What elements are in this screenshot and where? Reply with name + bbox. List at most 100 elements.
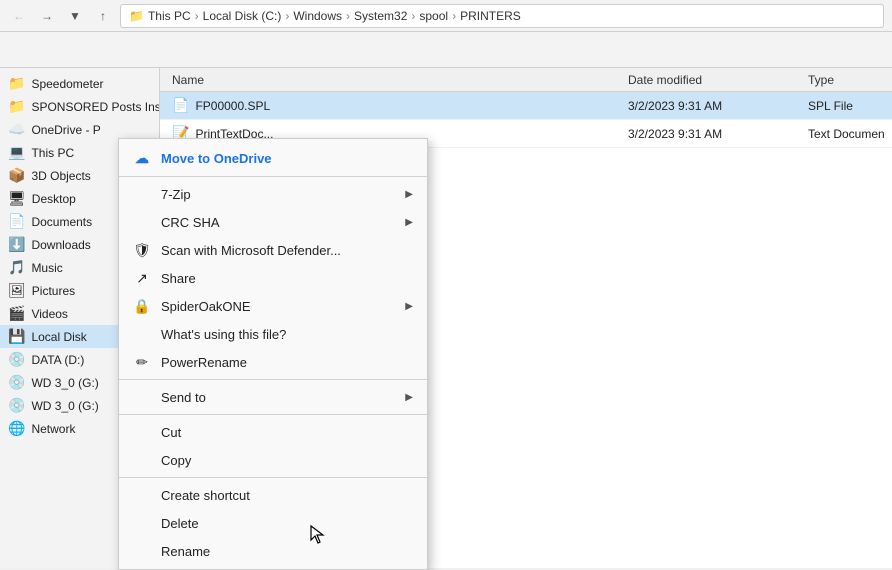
folder-icon: 📁 bbox=[8, 75, 25, 92]
ctx-share[interactable]: ↗ Share bbox=[119, 264, 427, 292]
ctx-label-cut: Cut bbox=[161, 425, 413, 440]
ctx-icon-defender: 🛡 bbox=[133, 241, 151, 259]
ctx-sep-2 bbox=[119, 379, 427, 380]
ctx-rename[interactable]: Rename bbox=[119, 537, 427, 565]
downloads-icon: ⬇️ bbox=[8, 236, 25, 253]
breadcrumb-windows[interactable]: Windows bbox=[293, 9, 342, 23]
3d-objects-icon: 📦 bbox=[8, 167, 25, 184]
ctx-arrow-7zip: ▶ bbox=[405, 189, 413, 200]
context-menu: ☁ Move to OneDrive 7-Zip ▶ CRC SHA ▶ 🛡 S… bbox=[118, 138, 428, 570]
ctx-arrow-send-to: ▶ bbox=[405, 392, 413, 403]
ctx-arrow-spideroak: ▶ bbox=[405, 301, 413, 312]
ctx-label-defender: Scan with Microsoft Defender... bbox=[161, 243, 413, 258]
sidebar-label-network: Network bbox=[31, 422, 75, 436]
sidebar-label-wd-g2: WD 3_0 (G:) bbox=[31, 399, 98, 413]
ctx-label-delete: Delete bbox=[161, 516, 413, 531]
sidebar-label-pictures: Pictures bbox=[32, 284, 75, 298]
ctx-icon-delete bbox=[133, 514, 151, 532]
ctx-powerrename[interactable]: ✏ PowerRename bbox=[119, 348, 427, 376]
desktop-icon: 🖥 bbox=[8, 190, 26, 207]
music-icon: 🎵 bbox=[8, 259, 25, 276]
file-type-spl: SPL File bbox=[804, 99, 884, 113]
ctx-icon-shortcut bbox=[133, 486, 151, 504]
pictures-icon: 🖼 bbox=[8, 282, 26, 299]
ctx-label-spideroak: SpiderOakONE bbox=[161, 299, 395, 314]
ctx-spideroakone[interactable]: 🔒 SpiderOakONE ▶ bbox=[119, 292, 427, 320]
local-disk-icon: 💾 bbox=[8, 328, 25, 345]
back-button[interactable]: ← bbox=[8, 5, 30, 27]
sidebar-label-local-disk: Local Disk bbox=[31, 330, 86, 344]
explorer-window: ← → ▼ ↑ 📁 This PC › Local Disk (C:) › Wi… bbox=[0, 0, 892, 568]
ctx-label-7zip: 7-Zip bbox=[161, 187, 395, 202]
breadcrumb-this-pc[interactable]: This PC bbox=[148, 9, 191, 23]
sidebar-label-3d-objects: 3D Objects bbox=[31, 169, 90, 183]
ctx-label-share: Share bbox=[161, 271, 413, 286]
ctx-send-to[interactable]: Send to ▶ bbox=[119, 383, 427, 411]
onedrive-ctx-icon: ☁ bbox=[133, 149, 151, 167]
sidebar-label-documents: Documents bbox=[31, 215, 92, 229]
file-date-txt: 3/2/2023 9:31 AM bbox=[624, 127, 804, 141]
this-pc-icon: 💻 bbox=[8, 144, 25, 161]
ctx-icon-cut bbox=[133, 423, 151, 441]
wd-g1-icon: 💿 bbox=[8, 374, 25, 391]
onedrive-icon: ☁️ bbox=[8, 121, 25, 138]
col-header-type[interactable]: Type bbox=[804, 73, 884, 87]
sidebar-label-desktop: Desktop bbox=[32, 192, 76, 206]
ctx-7zip[interactable]: 7-Zip ▶ bbox=[119, 180, 427, 208]
toolbar bbox=[0, 32, 892, 68]
ctx-icon-rename bbox=[133, 542, 151, 560]
ctx-label-send-to: Send to bbox=[161, 390, 395, 405]
ctx-sep-3 bbox=[119, 414, 427, 415]
ctx-crc-sha[interactable]: CRC SHA ▶ bbox=[119, 208, 427, 236]
sidebar-label-data-d: DATA (D:) bbox=[31, 353, 84, 367]
ctx-move-to-onedrive[interactable]: ☁ Move to OneDrive bbox=[119, 143, 427, 173]
breadcrumb-printers[interactable]: PRINTERS bbox=[460, 9, 521, 23]
breadcrumb-system32[interactable]: System32 bbox=[354, 9, 407, 23]
ctx-icon-whats-using bbox=[133, 325, 151, 343]
ctx-label-shortcut: Create shortcut bbox=[161, 488, 413, 503]
ctx-icon-crc bbox=[133, 213, 151, 231]
sidebar-label-music: Music bbox=[31, 261, 62, 275]
ctx-delete[interactable]: Delete bbox=[119, 509, 427, 537]
folder-icon-address: 📁 bbox=[129, 9, 144, 23]
ctx-cut[interactable]: Cut bbox=[119, 418, 427, 446]
ctx-scan-defender[interactable]: 🛡 Scan with Microsoft Defender... bbox=[119, 236, 427, 264]
ctx-label-move-to-onedrive: Move to OneDrive bbox=[161, 151, 413, 166]
address-bar[interactable]: 📁 This PC › Local Disk (C:) › Windows › … bbox=[120, 4, 884, 28]
sidebar-label-this-pc: This PC bbox=[31, 146, 74, 160]
spl-file-icon: 📄 bbox=[172, 97, 189, 114]
file-date-spl: 3/2/2023 9:31 AM bbox=[624, 99, 804, 113]
videos-icon: 🎬 bbox=[8, 305, 25, 322]
ctx-icon-copy bbox=[133, 451, 151, 469]
ctx-whats-using[interactable]: What's using this file? bbox=[119, 320, 427, 348]
sidebar-label-videos: Videos bbox=[31, 307, 67, 321]
ctx-create-shortcut[interactable]: Create shortcut bbox=[119, 481, 427, 509]
ctx-label-rename: Rename bbox=[161, 544, 413, 559]
recent-button[interactable]: ▼ bbox=[64, 5, 86, 27]
col-header-name[interactable]: Name bbox=[168, 73, 624, 87]
breadcrumb-localdisk[interactable]: Local Disk (C:) bbox=[203, 9, 282, 23]
col-header-date[interactable]: Date modified bbox=[624, 73, 804, 87]
ctx-label-crc: CRC SHA bbox=[161, 215, 395, 230]
ctx-sep-1 bbox=[119, 176, 427, 177]
ctx-arrow-crc: ▶ bbox=[405, 217, 413, 228]
ctx-copy[interactable]: Copy bbox=[119, 446, 427, 474]
sidebar-item-speedometer[interactable]: 📁 Speedometer bbox=[0, 72, 159, 95]
title-bar: ← → ▼ ↑ 📁 This PC › Local Disk (C:) › Wi… bbox=[0, 0, 892, 32]
file-row-spl[interactable]: 📄 FP00000.SPL 3/2/2023 9:31 AM SPL File bbox=[160, 92, 892, 120]
sidebar-label-sponsored: SPONSORED Posts Instagram Ta... bbox=[31, 100, 159, 114]
breadcrumb-spool[interactable]: spool bbox=[419, 9, 448, 23]
sidebar-label-wd-g1: WD 3_0 (G:) bbox=[31, 376, 98, 390]
ctx-icon-share: ↗ bbox=[133, 269, 151, 287]
up-button[interactable]: ↑ bbox=[92, 5, 114, 27]
column-headers: Name Date modified Type bbox=[160, 68, 892, 92]
data-d-icon: 💿 bbox=[8, 351, 25, 368]
ctx-icon-powerrename: ✏ bbox=[133, 353, 151, 371]
ctx-sep-4 bbox=[119, 477, 427, 478]
wd-g2-icon: 💿 bbox=[8, 397, 25, 414]
folder-icon: 📁 bbox=[8, 98, 25, 115]
file-type-txt: Text Document bbox=[804, 127, 884, 141]
sidebar-item-sponsored[interactable]: 📁 SPONSORED Posts Instagram Ta... bbox=[0, 95, 159, 118]
documents-icon: 📄 bbox=[8, 213, 25, 230]
forward-button[interactable]: → bbox=[36, 5, 58, 27]
